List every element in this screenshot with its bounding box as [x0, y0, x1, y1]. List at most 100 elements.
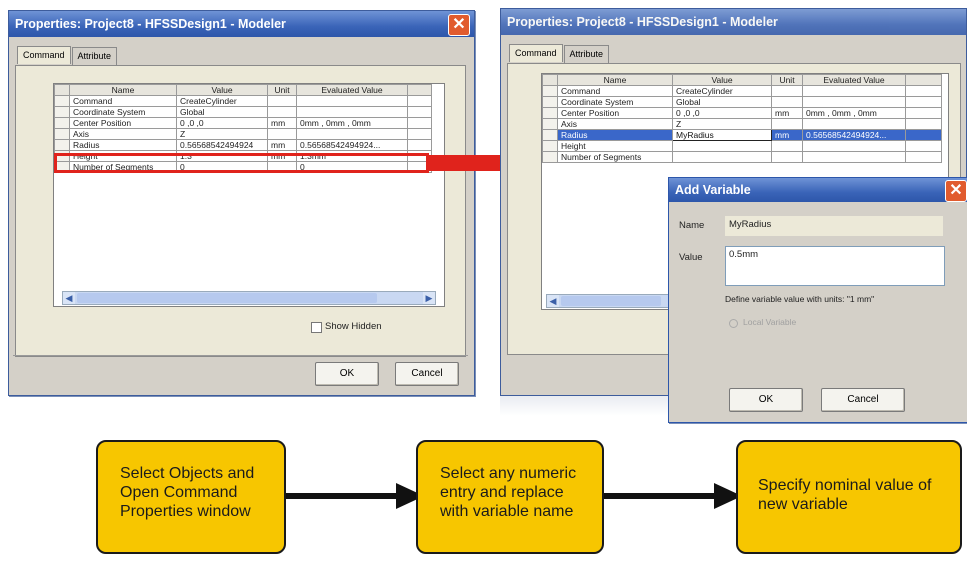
table-row[interactable]: Height [542, 140, 942, 152]
cell-evaluated: 0mm , 0mm , 0mm [296, 117, 408, 129]
table-row[interactable]: Coordinate System Global [542, 96, 942, 108]
cell-name: Radius [557, 129, 673, 141]
cell-evaluated [802, 140, 906, 152]
cell-name: Center Position [557, 107, 673, 119]
cell-unit [771, 151, 803, 163]
tab-command[interactable]: Command [17, 46, 71, 64]
table-row[interactable]: Axis Z [542, 118, 942, 130]
tab-bar: Command Attribute [17, 46, 118, 65]
cell-unit: mm [771, 107, 803, 119]
cell-name: Coordinate System [557, 96, 673, 108]
table-row[interactable]: Center Position 0 ,0 ,0 mm 0mm , 0mm , 0mm [54, 117, 432, 129]
table-row[interactable]: Number of Segments [542, 151, 942, 163]
cancel-button[interactable]: Cancel [395, 362, 459, 386]
cell-evaluated [296, 106, 408, 118]
close-icon[interactable]: ✕ [945, 180, 967, 202]
cancel-button[interactable]: Cancel [821, 388, 905, 412]
flow-arrow-2-icon [604, 483, 742, 509]
header-unit[interactable]: Unit [267, 84, 297, 96]
cell-unit [771, 118, 803, 130]
header-corner [54, 84, 70, 96]
cell-evaluated [802, 118, 906, 130]
value-field[interactable]: 0.5mm [725, 246, 945, 286]
header-name[interactable]: Name [69, 84, 177, 96]
header-corner [542, 74, 558, 86]
units-hint: Define variable value with units: "1 mm" [725, 294, 875, 304]
cell-value[interactable]: Z [176, 128, 268, 140]
table-header: Name Value Unit Evaluated Value [54, 84, 432, 96]
cell-unit [267, 95, 297, 107]
cell-unit [267, 128, 297, 140]
horizontal-scrollbar[interactable]: ◀ ▶ [62, 291, 436, 305]
table-row[interactable]: Command CreateCylinder [542, 85, 942, 97]
cell-unit [267, 106, 297, 118]
cell-value[interactable]: 0.56568542494924 [176, 139, 268, 151]
cell-value[interactable]: Global [176, 106, 268, 118]
horizontal-scrollbar[interactable]: ◀ [546, 294, 678, 308]
ok-button[interactable]: OK [315, 362, 379, 386]
ok-button[interactable]: OK [729, 388, 803, 412]
cell-value[interactable] [672, 140, 772, 152]
add-variable-dialog: Add Variable ✕ Name MyRadius Value 0.5mm… [668, 177, 967, 423]
show-hidden-label: Show Hidden [325, 321, 382, 332]
table-row-radius-selected[interactable]: Radius MyRadius mm 0.56568542494924... [542, 129, 942, 141]
header-value[interactable]: Value [176, 84, 268, 96]
table-row[interactable]: Coordinate System Global [54, 106, 432, 118]
close-icon[interactable]: ✕ [448, 14, 470, 36]
value-label: Value [679, 252, 703, 263]
scroll-thumb[interactable] [561, 296, 661, 306]
table-row-radius[interactable]: Radius 0.56568542494924 mm 0.56568542494924… [54, 139, 432, 151]
scroll-thumb[interactable] [77, 293, 377, 303]
header-unit[interactable]: Unit [771, 74, 803, 86]
cell-name: Axis [69, 128, 177, 140]
cell-value[interactable]: 0 ,0 ,0 [176, 117, 268, 129]
cell-value[interactable]: CreateCylinder [176, 95, 268, 107]
tab-attribute[interactable]: Attribute [71, 47, 118, 65]
cell-evaluated [296, 128, 408, 140]
cell-name: Number of Segments [557, 151, 673, 163]
cell-name: Axis [557, 118, 673, 130]
table-row[interactable]: Center Position 0 ,0 ,0 mm 0mm , 0mm , 0mm [542, 107, 942, 119]
local-variable-radio-icon[interactable] [729, 319, 738, 328]
cell-value[interactable]: CreateCylinder [672, 85, 772, 97]
header-value[interactable]: Value [672, 74, 772, 86]
scroll-right-icon[interactable]: ▶ [423, 292, 435, 304]
cell-name: Command [557, 85, 673, 97]
cell-value[interactable]: 0 ,0 ,0 [672, 107, 772, 119]
table-header: Name Value Unit Evaluated Value [542, 74, 942, 86]
show-hidden-checkbox[interactable] [311, 322, 322, 333]
dialog-title: Add Variable [669, 178, 967, 202]
cell-name: Height [557, 140, 673, 152]
cell-evaluated: 0mm , 0mm , 0mm [802, 107, 906, 119]
cell-evaluated [296, 95, 408, 107]
cell-name: Coordinate System [69, 106, 177, 118]
cell-unit: mm [267, 139, 297, 151]
scroll-left-icon[interactable]: ◀ [63, 292, 75, 304]
variable-name-text: MyRadius [676, 130, 714, 140]
header-name[interactable]: Name [557, 74, 673, 86]
cell-name: Radius [69, 139, 177, 151]
cell-evaluated: 0.56568542494924... [296, 139, 408, 151]
name-field[interactable]: MyRadius [725, 216, 943, 236]
scroll-left-icon[interactable]: ◀ [547, 295, 559, 307]
divider [13, 355, 468, 356]
cell-value-editing[interactable]: MyRadius [672, 129, 772, 141]
table-row[interactable]: Command CreateCylinder [54, 95, 432, 107]
table-row[interactable]: Axis Z [54, 128, 432, 140]
radius-highlight-box [54, 153, 429, 173]
tab-attribute[interactable]: Attribute [563, 45, 610, 63]
properties-grid: Name Value Unit Evaluated Value Command C… [53, 83, 445, 307]
flow-arrow-1-icon [286, 483, 424, 509]
flow-step-2: Select any numeric entry and replace wit… [416, 440, 604, 554]
tab-command[interactable]: Command [509, 44, 563, 62]
cell-value[interactable]: Global [672, 96, 772, 108]
window-title: Properties: Project8 - HFSSDesign1 - Mod… [501, 9, 966, 35]
header-extra [407, 84, 432, 96]
header-evaluated[interactable]: Evaluated Value [802, 74, 906, 86]
cell-evaluated [802, 151, 906, 163]
cell-evaluated [802, 85, 906, 97]
cell-value[interactable]: Z [672, 118, 772, 130]
cell-value[interactable] [672, 151, 772, 163]
properties-table: Name Value Unit Evaluated Value Command C… [542, 74, 942, 163]
header-evaluated[interactable]: Evaluated Value [296, 84, 408, 96]
